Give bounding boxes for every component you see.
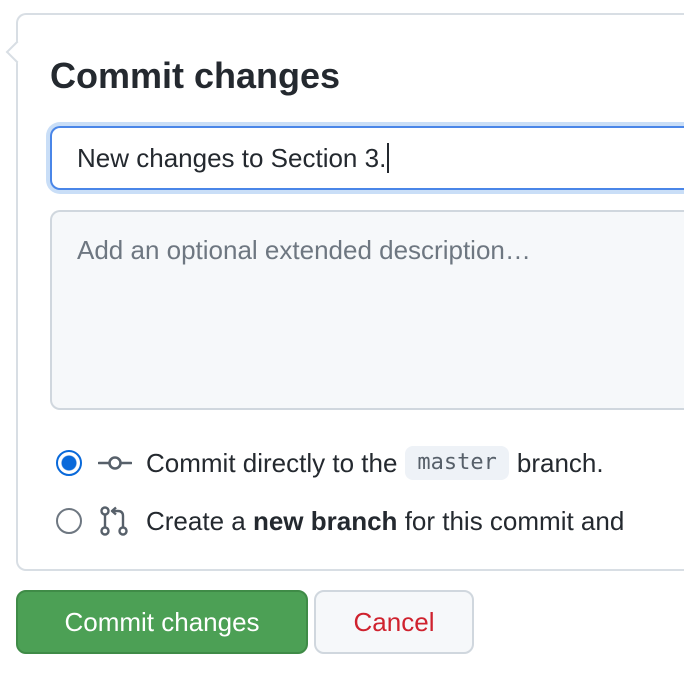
- option-new-branch-text-after: for this commit and: [404, 505, 625, 536]
- cancel-button[interactable]: Cancel: [314, 590, 474, 654]
- option-new-branch-text-before: Create a: [146, 505, 246, 536]
- branch-name-chip: master: [405, 446, 509, 480]
- description-placeholder: Add an optional extended description…: [77, 235, 531, 265]
- option-new-branch-bold: new branch: [252, 505, 398, 536]
- option-direct-text-before: Commit directly to the: [146, 447, 398, 478]
- panel-pointer: [5, 40, 29, 64]
- git-commit-icon: [98, 456, 132, 470]
- commit-dialog-stage: Commit changes New changes to Section 3.…: [0, 0, 684, 674]
- radio-commit-directly[interactable]: [56, 450, 82, 476]
- dialog-title: Commit changes: [50, 55, 341, 96]
- option-new-branch[interactable]: Create a new branch for this commit and: [56, 503, 624, 539]
- option-direct-text-after: branch.: [516, 447, 604, 478]
- commit-changes-button[interactable]: Commit changes: [16, 590, 308, 654]
- radio-new-branch[interactable]: [56, 508, 82, 534]
- option-commit-directly[interactable]: Commit directly to the master branch.: [56, 445, 604, 481]
- git-pull-request-icon: [100, 506, 128, 536]
- commit-summary-input[interactable]: [50, 126, 684, 190]
